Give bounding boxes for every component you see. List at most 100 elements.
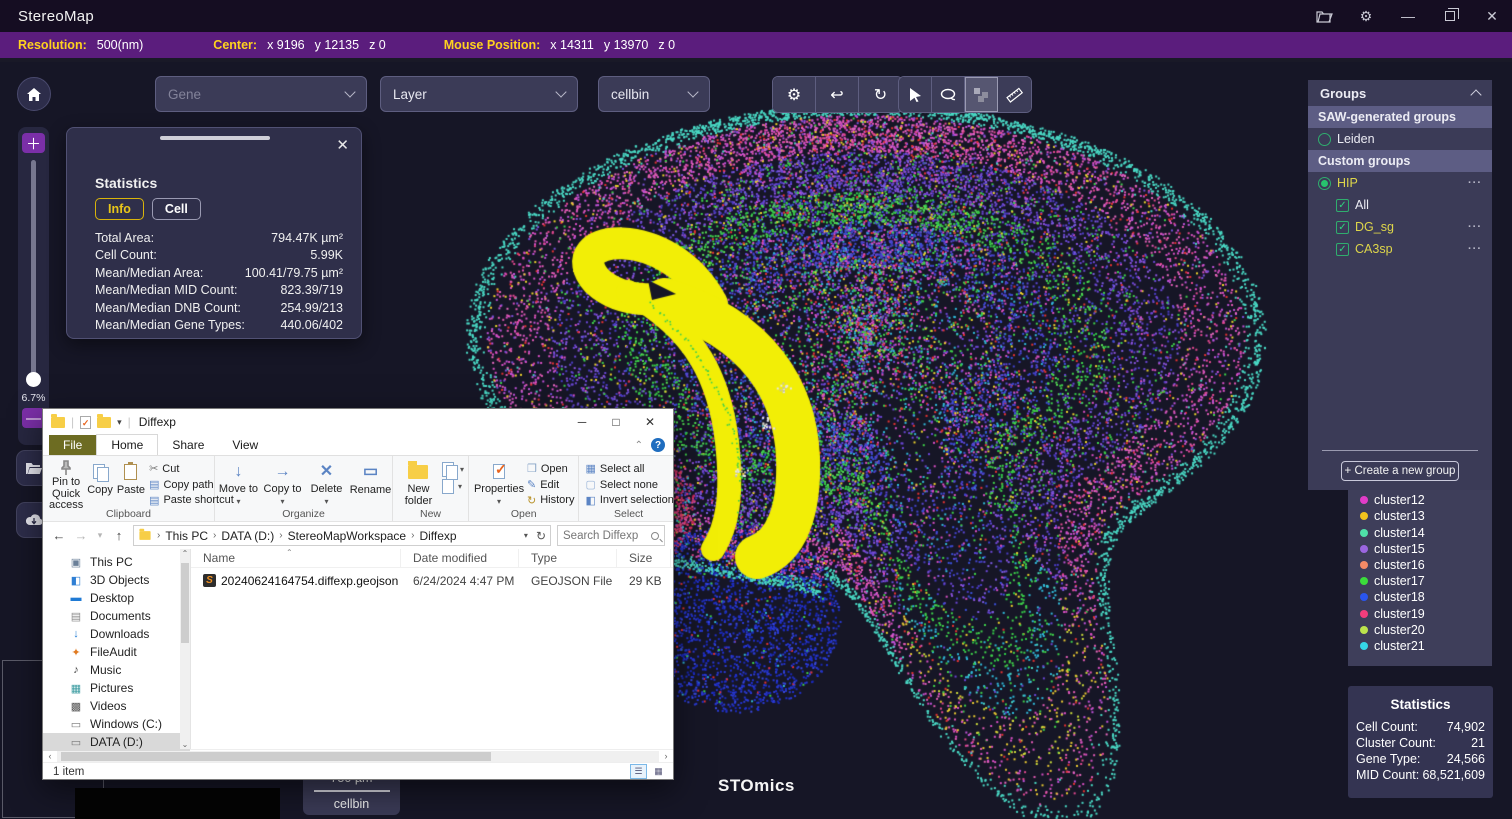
organize-button[interactable]: ✕ Delete ▾ — [306, 460, 348, 507]
organize-button[interactable]: ▭ Rename — [350, 460, 392, 507]
gene-dropdown[interactable]: Gene — [155, 76, 367, 112]
tab-view[interactable]: View — [218, 435, 272, 455]
create-group-button[interactable]: + Create a new group — [1341, 461, 1459, 481]
more-options-icon[interactable]: ··· — [1468, 221, 1482, 233]
legend-item[interactable]: cluster21 — [1348, 638, 1492, 654]
back-button[interactable]: ← — [51, 528, 67, 543]
sidebar-item[interactable]: ▣ This PC — [43, 553, 190, 571]
sidebar-item[interactable]: ✦ FileAudit — [43, 643, 190, 661]
zoom-slider-track[interactable] — [31, 160, 36, 380]
pin-quick-access-button[interactable]: Pin to Quick access — [49, 460, 83, 507]
drag-handle[interactable] — [160, 136, 270, 140]
legend-item[interactable]: cluster12 — [1348, 492, 1492, 508]
copy-button[interactable]: Copy — [87, 460, 113, 507]
legend-item[interactable]: cluster19 — [1348, 606, 1492, 622]
file-explorer-window[interactable]: | ✓ ▾ | Diffexp ─ □ ✕ File Home Share Vi… — [42, 408, 674, 780]
column-header[interactable]: Name — [191, 549, 401, 567]
search-input[interactable]: Search Diffexp — [557, 525, 665, 546]
tab-info[interactable]: Info — [95, 198, 144, 220]
thumbnail-view-button[interactable]: ▦ — [650, 764, 667, 779]
close-icon[interactable]: ✕ — [336, 136, 349, 154]
scrollbar-thumb[interactable] — [181, 563, 189, 643]
forward-button[interactable]: → — [73, 528, 89, 543]
collapse-ribbon-icon[interactable]: ⌃ — [635, 440, 643, 451]
properties-button[interactable]: ✓ Properties ▾ — [475, 460, 523, 507]
breadcrumb-item[interactable]: DATA (D:) › — [221, 529, 282, 543]
checkbox-checked-icon[interactable]: ✓ — [1336, 221, 1349, 234]
new-folder-qat-icon[interactable] — [97, 417, 111, 428]
legend-item[interactable]: cluster13 — [1348, 508, 1492, 524]
refresh-button[interactable]: ↻ — [859, 77, 902, 112]
more-options-icon[interactable]: ··· — [1468, 177, 1482, 189]
sidebar-item[interactable]: ▭ Windows (C:) — [43, 715, 190, 733]
scroll-left-icon[interactable]: ‹ — [43, 751, 57, 761]
restore-button[interactable] — [1440, 6, 1460, 26]
undo-button[interactable]: ↩ — [816, 77, 859, 112]
home-button[interactable] — [17, 77, 51, 111]
easy-access-button[interactable]: ▾ — [442, 479, 464, 494]
refresh-icon[interactable]: ↻ — [536, 529, 546, 543]
breadcrumb-item[interactable]: This PC › — [165, 529, 216, 543]
horizontal-scrollbar[interactable]: ‹ › — [43, 749, 673, 762]
pointer-tool-button[interactable] — [899, 77, 932, 112]
details-view-button[interactable]: ☰ — [630, 764, 647, 779]
layer-dropdown[interactable]: Layer — [380, 76, 578, 112]
breadcrumb[interactable]: › This PC › DATA (D:) › — [133, 525, 551, 546]
tab-share[interactable]: Share — [158, 435, 218, 455]
group-item-ca3sp[interactable]: ✓ CA3sp ··· — [1308, 238, 1492, 260]
diffexp-tool-button[interactable] — [965, 77, 998, 112]
recent-locations-icon[interactable]: ▾ — [95, 530, 105, 541]
scroll-right-icon[interactable]: › — [659, 751, 673, 761]
up-button[interactable]: ↑ — [111, 528, 127, 543]
organize-button[interactable]: → Copy to ▾ — [262, 460, 304, 507]
ribbon-small-button[interactable]: ↻ History — [527, 493, 574, 507]
sidebar-scrollbar[interactable]: ⌃ ⌄ — [180, 549, 190, 749]
help-icon[interactable]: ? — [651, 438, 665, 452]
file-row[interactable]: S 20240624164754.diffexp.geojson 6/24/20… — [191, 571, 673, 590]
sidebar-item[interactable]: ◧ 3D Objects — [43, 571, 190, 589]
sidebar-item[interactable]: ▬ Desktop — [43, 589, 190, 607]
settings-gear-icon[interactable]: ⚙ — [1356, 6, 1376, 26]
explorer-titlebar[interactable]: | ✓ ▾ | Diffexp ─ □ ✕ — [43, 409, 673, 435]
explorer-maximize-button[interactable]: □ — [599, 409, 633, 435]
display-settings-button[interactable]: ⚙ — [773, 77, 816, 112]
legend-item[interactable]: cluster18 — [1348, 589, 1492, 605]
sidebar-item[interactable]: ▤ Documents — [43, 607, 190, 625]
zoom-slider-knob[interactable] — [26, 372, 41, 387]
organize-button[interactable]: ↓ Move to ▾ — [218, 460, 260, 507]
breadcrumb-item[interactable]: Diffexp — [419, 529, 461, 543]
scroll-up-icon[interactable]: ⌃ — [180, 549, 190, 558]
radio-selected-icon[interactable] — [1318, 177, 1331, 190]
sidebar-item[interactable]: ▦ Pictures — [43, 679, 190, 697]
group-item-hip[interactable]: HIP ··· — [1308, 172, 1492, 194]
collapse-chevron-icon[interactable] — [1470, 89, 1481, 100]
tab-cell[interactable]: Cell — [152, 198, 201, 220]
legend-item[interactable]: cluster14 — [1348, 525, 1492, 541]
group-item-leiden[interactable]: Leiden — [1308, 128, 1492, 150]
checkbox-checked-icon[interactable]: ✓ — [1336, 243, 1349, 256]
tab-home[interactable]: Home — [96, 434, 158, 455]
sidebar-item[interactable]: ↓ Downloads — [43, 625, 190, 643]
sidebar-item[interactable]: ♪ Music — [43, 661, 190, 679]
radio-unselected-icon[interactable] — [1318, 133, 1331, 146]
group-item-all[interactable]: ✓ All — [1308, 194, 1492, 216]
sidebar-item[interactable]: ▩ Videos — [43, 697, 190, 715]
open-project-icon[interactable] — [1314, 6, 1334, 26]
lasso-tool-button[interactable] — [932, 77, 965, 112]
ribbon-small-button[interactable]: ❒ Open — [527, 462, 574, 476]
measure-tool-button[interactable] — [998, 77, 1031, 112]
new-item-button[interactable]: ▾ — [442, 462, 464, 477]
zoom-in-button[interactable]: ＋ — [22, 133, 45, 153]
column-header[interactable]: Type — [519, 549, 617, 567]
checkbox-checked-icon[interactable]: ✓ — [1336, 199, 1349, 212]
close-button[interactable]: ✕ — [1482, 6, 1502, 26]
legend-item[interactable]: cluster15 — [1348, 541, 1492, 557]
ribbon-small-button[interactable]: ▢ Select none — [585, 478, 673, 492]
legend-item[interactable]: cluster17 — [1348, 573, 1492, 589]
scrollbar-thumb[interactable] — [61, 752, 491, 761]
address-dropdown-icon[interactable]: ▾ — [524, 531, 528, 540]
more-options-icon[interactable]: ··· — [1468, 243, 1482, 255]
bin-dropdown[interactable]: cellbin — [598, 76, 710, 112]
legend-item[interactable]: cluster20 — [1348, 622, 1492, 638]
tab-file[interactable]: File — [49, 435, 96, 455]
